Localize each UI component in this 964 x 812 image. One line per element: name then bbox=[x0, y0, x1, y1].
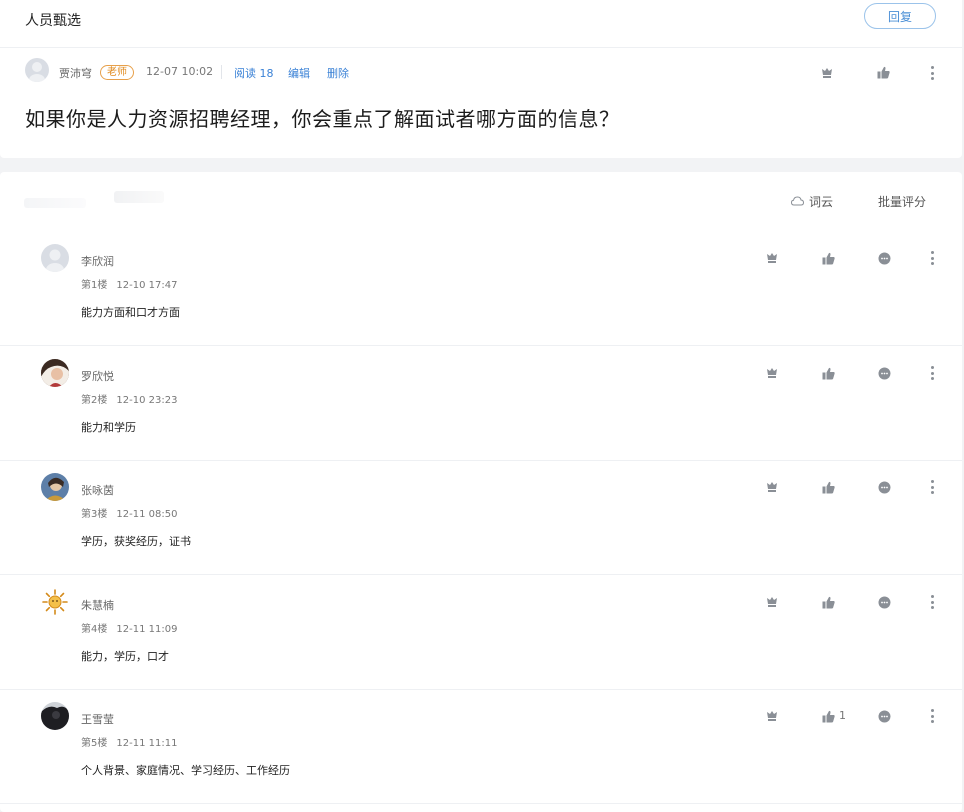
reply-content: 个人背景、家庭情况、学习经历、工作经历 bbox=[81, 764, 290, 777]
post-datetime: 12-07 10:02 bbox=[146, 65, 214, 78]
reply-actions bbox=[763, 366, 943, 384]
blurred-text bbox=[24, 198, 86, 208]
wordcloud-button[interactable]: 词云 bbox=[790, 193, 834, 210]
award-icon[interactable] bbox=[765, 366, 779, 380]
replies-card: 词云 批量评分 李欣润 第1楼 12-10 17:47 能力方面和口才方面 罗欣悦… bbox=[0, 172, 962, 812]
thumb-up-icon[interactable] bbox=[821, 595, 835, 609]
page-title: 人员甄选 bbox=[25, 13, 81, 29]
reply-author[interactable]: 王雪莹 bbox=[81, 711, 114, 727]
reply-content: 能力方面和口才方面 bbox=[81, 306, 180, 319]
thumb-up-icon[interactable] bbox=[821, 709, 835, 723]
thumb-up-icon[interactable] bbox=[821, 480, 835, 494]
reply-actions: 1 bbox=[763, 709, 943, 727]
reply-meta: 第5楼 12-11 11:11 bbox=[81, 734, 186, 749]
topic-card: 人员甄选 回复 贾沛穹 老师 12-07 10:02 阅读 18 编辑 删除 如… bbox=[0, 0, 962, 158]
batch-grade-button[interactable]: 批量评分 bbox=[878, 193, 926, 210]
award-icon[interactable] bbox=[820, 66, 834, 80]
award-icon[interactable] bbox=[765, 251, 779, 265]
thumb-up-icon[interactable] bbox=[821, 251, 835, 265]
floor-number: 第5楼 bbox=[81, 738, 108, 749]
list-item: 朱慧楠 第4楼 12-11 11:09 能力，学历，口才 bbox=[0, 575, 962, 690]
thumb-up-icon[interactable] bbox=[876, 65, 890, 79]
reply-author[interactable]: 张咏茵 bbox=[81, 482, 114, 498]
reply-actions bbox=[763, 480, 943, 498]
comment-icon[interactable] bbox=[877, 709, 891, 723]
avatar[interactable] bbox=[41, 473, 69, 501]
question-text: 如果你是人力资源招聘经理，你会重点了解面试者哪方面的信息？ bbox=[25, 107, 620, 131]
reply-datetime: 12-11 11:11 bbox=[116, 738, 178, 749]
reply-meta: 第4楼 12-11 11:09 bbox=[81, 620, 186, 635]
award-icon[interactable] bbox=[765, 595, 779, 609]
comment-icon[interactable] bbox=[877, 595, 891, 609]
avatar[interactable] bbox=[41, 702, 69, 730]
more-options-icon[interactable] bbox=[930, 66, 934, 80]
wordcloud-label: 词云 bbox=[809, 195, 834, 209]
award-icon[interactable] bbox=[765, 709, 779, 723]
reply-author[interactable]: 李欣润 bbox=[81, 253, 114, 269]
floor-number: 第1楼 bbox=[81, 280, 108, 291]
reply-datetime: 12-11 08:50 bbox=[116, 509, 178, 520]
reply-actions bbox=[763, 251, 943, 269]
more-options-icon[interactable] bbox=[930, 251, 934, 265]
more-options-icon[interactable] bbox=[930, 366, 934, 380]
floor-number: 第4楼 bbox=[81, 624, 108, 635]
reply-content: 能力，学历，口才 bbox=[81, 650, 169, 663]
read-count[interactable]: 阅读 18 bbox=[234, 65, 274, 81]
delete-link[interactable]: 删除 bbox=[327, 65, 349, 81]
edit-link[interactable]: 编辑 bbox=[288, 65, 310, 81]
comment-icon[interactable] bbox=[877, 480, 891, 494]
divider bbox=[0, 47, 962, 48]
reply-button[interactable]: 回复 bbox=[864, 3, 936, 29]
cloud-icon bbox=[790, 195, 805, 209]
list-item: 罗欣悦 第2楼 12-10 23:23 能力和学历 bbox=[0, 346, 962, 461]
avatar[interactable] bbox=[41, 588, 69, 616]
list-item: 王雪莹 第5楼 12-11 11:11 个人背景、家庭情况、学习经历、工作经历 1 bbox=[0, 689, 962, 804]
reply-author[interactable]: 朱慧楠 bbox=[81, 597, 114, 613]
reply-content: 学历，获奖经历，证书 bbox=[81, 535, 191, 548]
avatar[interactable] bbox=[41, 359, 69, 387]
comment-icon[interactable] bbox=[877, 251, 891, 265]
reply-actions bbox=[763, 595, 943, 613]
reply-meta: 第2楼 12-10 23:23 bbox=[81, 391, 186, 406]
thumb-up-icon[interactable] bbox=[821, 366, 835, 380]
reply-datetime: 12-10 17:47 bbox=[116, 280, 178, 291]
reply-datetime: 12-10 23:23 bbox=[116, 395, 178, 406]
reply-meta: 第1楼 12-10 17:47 bbox=[81, 276, 186, 291]
more-options-icon[interactable] bbox=[930, 480, 934, 494]
blurred-text bbox=[114, 191, 164, 203]
floor-number: 第3楼 bbox=[81, 509, 108, 520]
list-item: 张咏茵 第3楼 12-11 08:50 学历，获奖经历，证书 bbox=[0, 460, 962, 575]
reply-datetime: 12-11 11:09 bbox=[116, 624, 178, 635]
avatar[interactable] bbox=[25, 58, 49, 82]
reply-author[interactable]: 罗欣悦 bbox=[81, 368, 114, 384]
award-icon[interactable] bbox=[765, 480, 779, 494]
reply-content: 能力和学历 bbox=[81, 421, 136, 434]
avatar[interactable] bbox=[41, 244, 69, 272]
more-options-icon[interactable] bbox=[930, 595, 934, 609]
reply-meta: 第3楼 12-11 08:50 bbox=[81, 505, 186, 520]
like-count: 1 bbox=[839, 709, 846, 722]
divider bbox=[221, 65, 222, 79]
comment-icon[interactable] bbox=[877, 366, 891, 380]
author-name[interactable]: 贾沛穹 bbox=[59, 65, 92, 81]
more-options-icon[interactable] bbox=[930, 709, 934, 723]
role-badge: 老师 bbox=[100, 65, 134, 80]
floor-number: 第2楼 bbox=[81, 395, 108, 406]
list-item: 李欣润 第1楼 12-10 17:47 能力方面和口才方面 bbox=[0, 231, 962, 346]
